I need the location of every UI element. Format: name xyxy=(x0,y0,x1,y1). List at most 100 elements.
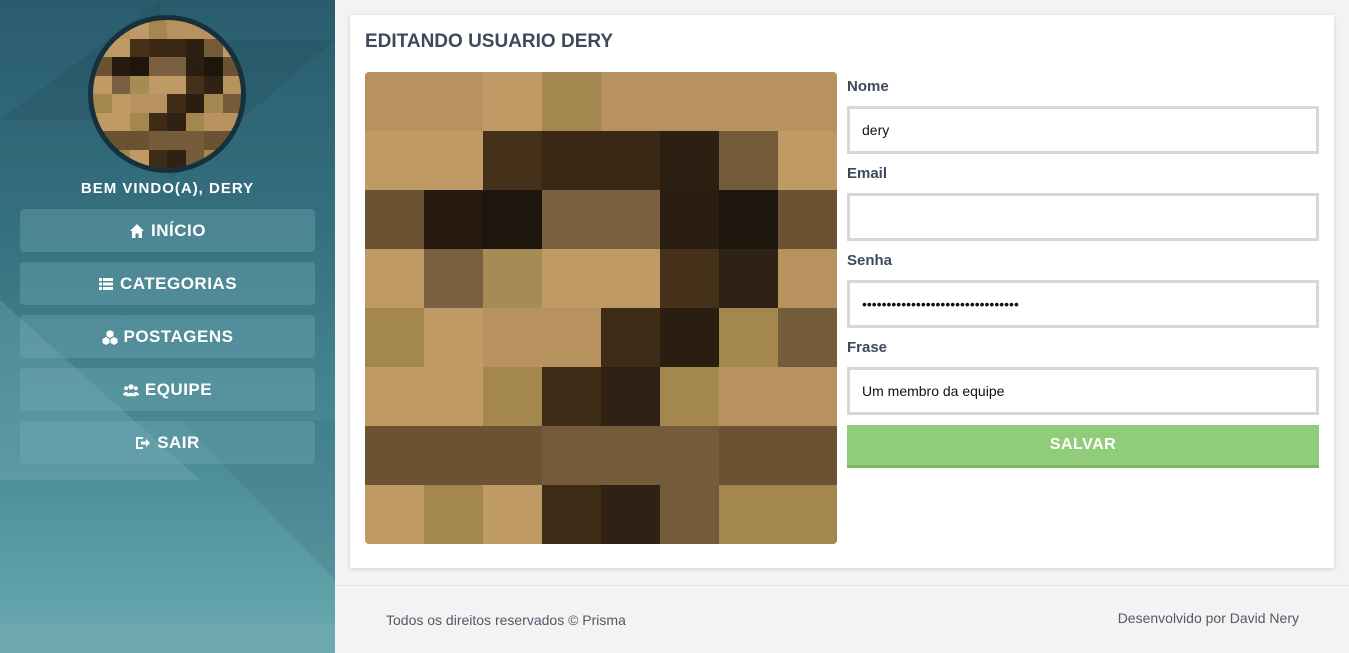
footer-divider xyxy=(335,585,1349,586)
image-pixel xyxy=(167,149,186,168)
image-pixel xyxy=(542,72,601,131)
image-pixel xyxy=(111,149,130,168)
image-pixel xyxy=(778,190,837,249)
image-pixel xyxy=(365,426,424,485)
avatar xyxy=(88,15,246,173)
image-pixel xyxy=(185,20,204,39)
image-pixel xyxy=(365,72,424,131)
users-icon xyxy=(122,383,139,396)
image-pixel xyxy=(111,38,130,57)
image-pixel xyxy=(204,57,223,76)
user-photo[interactable] xyxy=(365,72,837,544)
image-pixel xyxy=(148,112,167,131)
image-pixel xyxy=(601,190,660,249)
image-pixel xyxy=(148,94,167,113)
image-pixel xyxy=(111,94,130,113)
footer-copyright: Todos os direitos reservados © Prisma xyxy=(386,612,626,628)
image-pixel xyxy=(130,112,149,131)
welcome-text: BEM VINDO(A), DERY xyxy=(80,180,255,197)
image-pixel xyxy=(601,131,660,190)
image-pixel xyxy=(601,308,660,367)
image-pixel xyxy=(204,38,223,57)
image-pixel xyxy=(130,94,149,113)
image-pixel xyxy=(130,38,149,57)
email-label: Email xyxy=(847,165,888,182)
image-pixel xyxy=(222,94,241,113)
image-pixel xyxy=(93,57,112,76)
phrase-label: Frase xyxy=(847,339,888,356)
image-pixel xyxy=(542,249,601,308)
sidebar-item-label: CATEGORIAS xyxy=(119,273,238,293)
image-pixel xyxy=(719,308,778,367)
page-title: EDITANDO USUARIO DERY xyxy=(365,31,614,52)
image-pixel xyxy=(185,38,204,57)
image-pixel xyxy=(167,75,186,94)
image-pixel xyxy=(424,485,483,544)
phrase-field[interactable] xyxy=(847,367,1319,415)
image-pixel xyxy=(542,131,601,190)
image-pixel xyxy=(93,94,112,113)
sidebar-item-postagens[interactable]: POSTAGENS xyxy=(20,315,315,358)
image-pixel xyxy=(222,75,241,94)
image-pixel xyxy=(719,367,778,426)
sidebar-nav: INÍCIO CATEGORIAS POSTAGENS EQUIPE SAIR xyxy=(20,209,315,474)
image-pixel xyxy=(148,75,167,94)
image-pixel xyxy=(719,131,778,190)
image-pixel xyxy=(130,131,149,150)
image-pixel xyxy=(93,131,112,150)
image-pixel xyxy=(185,112,204,131)
image-pixel xyxy=(93,149,112,168)
image-pixel xyxy=(204,112,223,131)
image-pixel xyxy=(148,38,167,57)
cubes-icon xyxy=(102,329,117,345)
image-pixel xyxy=(130,75,149,94)
password-label: Senha xyxy=(847,252,893,269)
image-pixel xyxy=(424,72,483,131)
image-pixel xyxy=(185,75,204,94)
image-pixel xyxy=(365,367,424,426)
image-pixel xyxy=(167,94,186,113)
sidebar-item-inicio[interactable]: INÍCIO xyxy=(20,209,315,252)
image-pixel xyxy=(778,485,837,544)
name-field[interactable] xyxy=(847,106,1319,154)
save-button[interactable]: SALVAR xyxy=(847,425,1319,468)
image-pixel xyxy=(365,249,424,308)
email-field[interactable] xyxy=(847,193,1319,241)
image-pixel xyxy=(542,426,601,485)
sidebar-item-label: POSTAGENS xyxy=(123,326,234,346)
image-pixel xyxy=(185,131,204,150)
sidebar-bottom-strip xyxy=(0,625,335,653)
image-pixel xyxy=(719,190,778,249)
sign-out-icon xyxy=(136,436,151,449)
image-pixel xyxy=(483,249,542,308)
image-pixel xyxy=(483,485,542,544)
image-pixel xyxy=(483,367,542,426)
sidebar-item-categorias[interactable]: CATEGORIAS xyxy=(20,262,315,305)
image-pixel xyxy=(719,72,778,131)
image-pixel xyxy=(167,131,186,150)
image-pixel xyxy=(204,20,223,39)
list-icon xyxy=(98,277,113,290)
image-pixel xyxy=(111,131,130,150)
image-pixel xyxy=(483,190,542,249)
image-pixel xyxy=(719,426,778,485)
image-pixel xyxy=(660,485,719,544)
image-pixel xyxy=(601,426,660,485)
image-pixel xyxy=(542,367,601,426)
image-pixel xyxy=(93,112,112,131)
image-pixel xyxy=(424,249,483,308)
image-pixel xyxy=(424,131,483,190)
sidebar-item-equipe[interactable]: EQUIPE xyxy=(20,368,315,411)
image-pixel xyxy=(601,367,660,426)
image-pixel xyxy=(778,249,837,308)
password-field[interactable] xyxy=(847,280,1319,328)
image-pixel xyxy=(660,249,719,308)
image-pixel xyxy=(222,57,241,76)
image-pixel xyxy=(167,20,186,39)
image-pixel xyxy=(719,249,778,308)
sidebar-item-sair[interactable]: SAIR xyxy=(20,421,315,464)
image-pixel xyxy=(660,190,719,249)
sidebar-item-label: EQUIPE xyxy=(144,379,213,399)
image-pixel xyxy=(365,190,424,249)
image-pixel xyxy=(778,308,837,367)
